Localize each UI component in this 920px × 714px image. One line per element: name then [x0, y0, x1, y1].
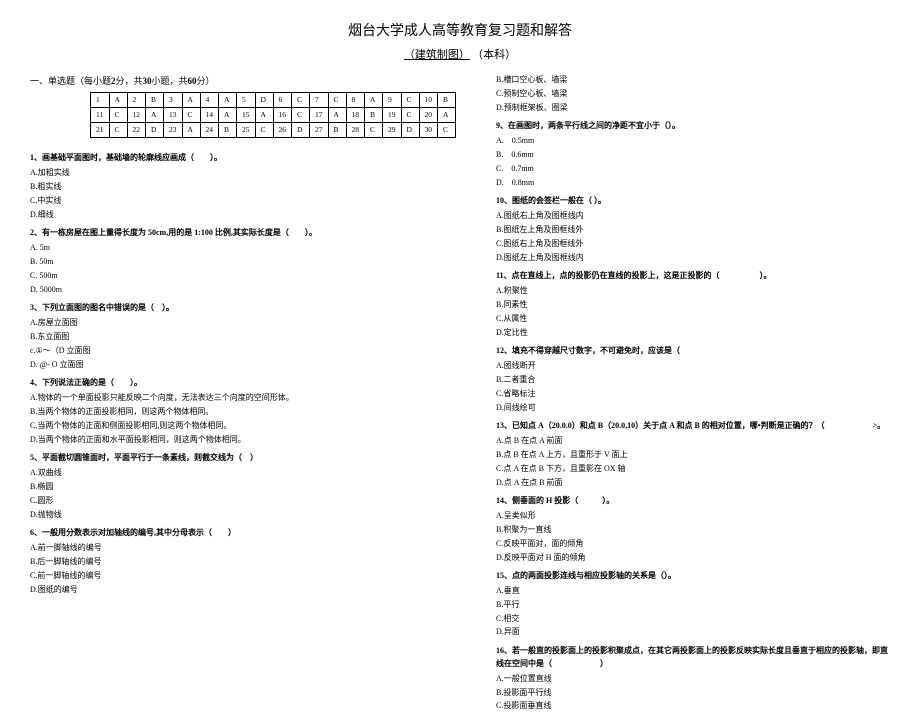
- question-option: B.槽口空心板、墙梁: [496, 74, 890, 87]
- question-option: C.当两个物体的正面和侧面投影相同,则这两个物体相同。: [30, 420, 456, 433]
- question-option: C.图纸右上角及图框线外: [496, 238, 890, 251]
- question-option: C.投影面垂直线: [496, 700, 890, 713]
- question-option: B.平行: [496, 599, 890, 612]
- question-option: B.后一脚轴线的编号: [30, 556, 456, 569]
- question-option: B. 0.6mm: [496, 149, 890, 162]
- question-stem: 9、在画图时，两条平行线之间的净距不宜小于（）。: [496, 120, 890, 133]
- question-option: A.物体的一个单面投影只能反映二个向度，无法表达三个向度的空间形体。: [30, 392, 456, 405]
- question-option: C.中实线: [30, 195, 456, 208]
- question-option: A. 0.5mm: [496, 135, 890, 148]
- question-stem: 4、下列说法正确的是（ ）。: [30, 377, 456, 390]
- question-option: C. 500m: [30, 270, 456, 283]
- question-option: D.异面: [496, 626, 890, 639]
- question-stem: 3、下列立面图的图名中错误的是（ ）。: [30, 302, 456, 315]
- document-header: 烟台大学成人高等教育复习题和解答 （建筑制图） （本科）: [30, 20, 890, 62]
- question-stem: 6、一般用分数表示对加轴线的编号,其中分母表示（ ）: [30, 527, 456, 540]
- question-option: A.双曲线: [30, 467, 456, 480]
- question-option: D. 0.8mm: [496, 177, 890, 190]
- question-option: D.反映平面对 H 面的倾角: [496, 552, 890, 565]
- question-option: A.图纸右上角及图框线内: [496, 210, 890, 223]
- question-option: A.房屋立面图: [30, 317, 456, 330]
- question-option: B.椭圆: [30, 481, 456, 494]
- question-option: D.间线绘可: [496, 402, 890, 415]
- left-questions: 1、画基础平面图时，基础墙的轮廓线应画成（ ）。 A.加粗实线B.粗实线C.中实线…: [30, 152, 456, 596]
- right-questions: B.槽口空心板、墙梁C.预制空心板、墙梁D.预制框架板、圈梁 9、在画图时，两条平…: [496, 74, 890, 713]
- content-columns: 一、单选题（每小题2分，共30小题，共60分） 1A 2B 3A 4A 5D 6…: [30, 74, 890, 714]
- subtitle-row: （建筑制图） （本科）: [30, 46, 890, 62]
- question-stem: 5、平面截切圆锥面时，平面平行于一条素线，则截交线为（ ）: [30, 452, 456, 465]
- question-option: C.反映平面对，面的倾角: [496, 538, 890, 551]
- question-option: A. 5m: [30, 242, 456, 255]
- question-option: c.①～（D 立面图: [30, 345, 456, 358]
- question-stem: 10、图纸的会签栏一般在（ ）。: [496, 195, 890, 208]
- left-column: 一、单选题（每小题2分，共30小题，共60分） 1A 2B 3A 4A 5D 6…: [30, 74, 456, 714]
- answer-key-table: 1A 2B 3A 4A 5D 6C 7C 8A 9C 10B 11C 12A 1…: [90, 92, 456, 138]
- question-option: C.相交: [496, 613, 890, 626]
- question-stem: 1、画基础平面图时，基础墙的轮廓线应画成（ ）。: [30, 152, 456, 165]
- table-row: 11C 12A 13C 14A 15A 16C 17A 18B 19C 20A: [91, 108, 456, 123]
- question-stem: 11、点在直线上，点的投影仍在直线的投影上，这是正投影的（ ）。: [496, 270, 890, 283]
- main-title: 烟台大学成人高等教育复习题和解答: [30, 20, 890, 40]
- question-option: B.同素性: [496, 299, 890, 312]
- question-option: C. 0.7mm: [496, 163, 890, 176]
- table-row: 21C 22D 23A 24B 25C 26D 27B 28C 29D 30C: [91, 123, 456, 138]
- question-option: D.点 A 在点 B 前面: [496, 477, 890, 490]
- question-option: D. @- O 立面图: [30, 359, 456, 372]
- question-option: B.图纸左上角及图框线外: [496, 224, 890, 237]
- question-option: B.二者重合: [496, 374, 890, 387]
- question-option: C.前一脚轴线的编号: [30, 570, 456, 583]
- question-stem: 14、侧垂面的 H 投影（ ）。: [496, 495, 890, 508]
- question-option: D.细线: [30, 209, 456, 222]
- question-option: C.圆形: [30, 495, 456, 508]
- question-stem: 15、点的两面投影连线与相应投影轴的关系是（）。: [496, 570, 890, 583]
- question-option: A.加粗实线: [30, 167, 456, 180]
- question-option: B.点 B 在点 A 上方，且重形于 V 面上: [496, 449, 890, 462]
- section-title: 一、单选题（每小题2分，共30小题，共60分）: [30, 74, 456, 88]
- question-option: C.从属性: [496, 313, 890, 326]
- question-option: D.图纸左上角及图框线内: [496, 252, 890, 265]
- question-option: A.前一脚轴线的编号: [30, 542, 456, 555]
- question-option: A.图线断开: [496, 360, 890, 373]
- question-option: A.一般位置直线: [496, 673, 890, 686]
- question-option: B.积聚为一直线: [496, 524, 890, 537]
- question-option: D.图纸的编号: [30, 584, 456, 597]
- subtitle-suffix: （本科）: [472, 49, 516, 61]
- question-option: A.呈类似形: [496, 510, 890, 523]
- question-option: B.投影面平行线: [496, 687, 890, 700]
- question-option: D.预制框架板、圈梁: [496, 102, 890, 115]
- table-row: 1A 2B 3A 4A 5D 6C 7C 8A 9C 10B: [91, 93, 456, 108]
- question-option: B.粗实线: [30, 181, 456, 194]
- question-option: C.点 A 在点 B 下方，且重影在 OX 轴: [496, 463, 890, 476]
- question-option: A.积聚性: [496, 285, 890, 298]
- question-option: C.预制空心板、墙梁: [496, 88, 890, 101]
- question-option: B.当两个物体的正面投影相同，则这两个物体相同。: [30, 406, 456, 419]
- question-option: D. 5000m: [30, 284, 456, 297]
- question-stem: 12、填充不得穿越尺寸数字，不可避免时，应该是（: [496, 345, 890, 358]
- question-option: C.省略标注: [496, 388, 890, 401]
- subtitle: （建筑制图）: [404, 49, 470, 61]
- right-column: B.槽口空心板、墙梁C.预制空心板、墙梁D.预制框架板、圈梁 9、在画图时，两条平…: [496, 74, 890, 714]
- question-option: D.当两个物体的正面和水平面投影相同，则这两个物体相同。: [30, 434, 456, 447]
- question-option: A.点 B 在点 A 前面: [496, 435, 890, 448]
- question-stem: 13、已知点 A（20.0.0）和点 B（20.0,10）关于点 A 和点 B …: [496, 420, 890, 433]
- question-option: B.东立面图: [30, 331, 456, 344]
- question-stem: 16、若一般直的投影面上的投影积聚成点，在其它两投影面上的投影反映实际长度且垂直…: [496, 645, 890, 671]
- question-option: B. 50m: [30, 256, 456, 269]
- question-option: D.定比性: [496, 327, 890, 340]
- question-option: A.垂直: [496, 585, 890, 598]
- question-stem: 2、有一栋房屋在图上量得长度为 50cm,用的是 1:100 比例,其实际长度是…: [30, 227, 456, 240]
- question-option: D.抛物线: [30, 509, 456, 522]
